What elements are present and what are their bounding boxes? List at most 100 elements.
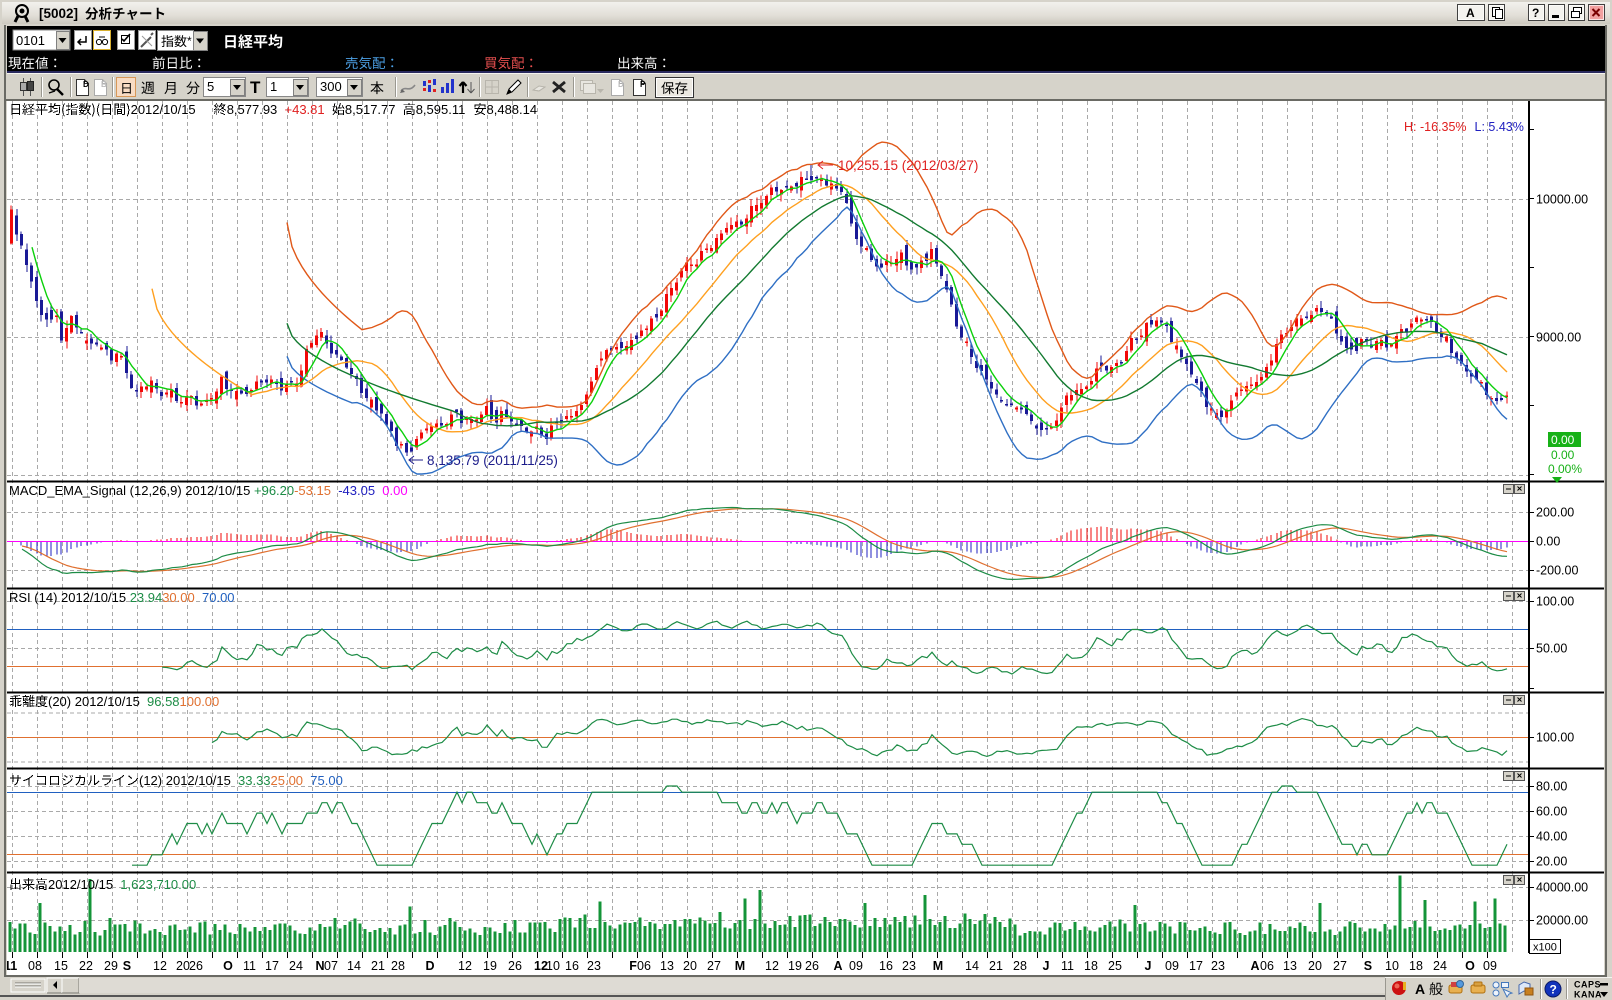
svg-text:19: 19 xyxy=(483,959,497,973)
svg-text:12: 12 xyxy=(153,959,167,973)
svg-text:20: 20 xyxy=(176,959,190,973)
svg-text:24: 24 xyxy=(1433,959,1447,973)
svg-text:M: M xyxy=(735,959,745,973)
svg-text:25.00: 25.00 xyxy=(271,773,304,788)
svg-text:06: 06 xyxy=(1260,959,1274,973)
svg-text:20000.00: 20000.00 xyxy=(1536,914,1588,928)
svg-text:28: 28 xyxy=(391,959,405,973)
svg-text:8,577.93: 8,577.93 xyxy=(227,102,278,117)
svg-text:17: 17 xyxy=(1189,959,1203,973)
svg-text:27: 27 xyxy=(1333,959,1347,973)
svg-text:M: M xyxy=(933,959,943,973)
svg-text:10: 10 xyxy=(546,959,560,973)
svg-text:D: D xyxy=(426,959,435,973)
svg-text:A: A xyxy=(1251,959,1260,973)
svg-text:20: 20 xyxy=(683,959,697,973)
svg-text:[5002]: [5002] xyxy=(39,6,78,21)
svg-text:11: 11 xyxy=(1061,959,1074,973)
svg-text:11: 11 xyxy=(243,959,256,973)
svg-text:16: 16 xyxy=(565,959,579,973)
svg-text:26: 26 xyxy=(805,959,819,973)
svg-text:21: 21 xyxy=(989,959,1003,973)
svg-text:96.58: 96.58 xyxy=(147,694,180,709)
svg-text:100.00: 100.00 xyxy=(1536,595,1574,609)
svg-text:23: 23 xyxy=(587,959,601,973)
svg-text:80.00: 80.00 xyxy=(1536,780,1567,794)
svg-text:06: 06 xyxy=(637,959,651,973)
svg-text:28: 28 xyxy=(1013,959,1027,973)
svg-text:?: ? xyxy=(1550,983,1557,997)
svg-text:O: O xyxy=(223,959,233,973)
svg-text:A: A xyxy=(1415,981,1425,997)
svg-text:60.00: 60.00 xyxy=(1536,805,1567,819)
svg-text:8,517.77: 8,517.77 xyxy=(345,102,396,117)
svg-text:12: 12 xyxy=(458,959,472,973)
svg-text:18: 18 xyxy=(1409,959,1423,973)
svg-text:50.00: 50.00 xyxy=(1536,642,1567,656)
svg-text:S: S xyxy=(1364,959,1372,973)
svg-text:-43.05: -43.05 xyxy=(338,483,375,498)
svg-text:0.00: 0.00 xyxy=(1536,535,1560,549)
svg-text:J: J xyxy=(1145,959,1152,973)
svg-text:12: 12 xyxy=(765,959,779,973)
svg-text:200.00: 200.00 xyxy=(1536,506,1574,520)
svg-text:08: 08 xyxy=(28,959,42,973)
svg-text:(12) 2012/10/15: (12) 2012/10/15 xyxy=(139,773,231,788)
svg-text:x100: x100 xyxy=(1533,942,1557,954)
svg-text:0.00: 0.00 xyxy=(1551,433,1575,447)
svg-text:18: 18 xyxy=(1084,959,1098,973)
svg-text:B: B xyxy=(101,80,107,89)
svg-text:H: -16.35%: H: -16.35% xyxy=(1404,120,1467,134)
svg-text:5: 5 xyxy=(207,79,214,94)
svg-text:70.00: 70.00 xyxy=(202,590,235,605)
svg-text:23.94: 23.94 xyxy=(130,590,163,605)
svg-text:75.00: 75.00 xyxy=(310,773,343,788)
svg-text:23: 23 xyxy=(1211,959,1225,973)
svg-text:KANA: KANA xyxy=(1574,990,1602,1000)
svg-text:?: ? xyxy=(1532,6,1539,20)
svg-text:13: 13 xyxy=(1283,959,1297,973)
svg-text:19: 19 xyxy=(788,959,802,973)
svg-text:+43.81: +43.81 xyxy=(285,102,325,117)
svg-text:100.00: 100.00 xyxy=(180,694,220,709)
svg-text:26: 26 xyxy=(508,959,522,973)
svg-text:2012/10/15: 2012/10/15 xyxy=(131,102,196,117)
svg-text:8,488.14: 8,488.14 xyxy=(487,102,538,117)
svg-text:0101: 0101 xyxy=(16,33,45,48)
svg-text:2012/10/15: 2012/10/15 xyxy=(48,877,113,892)
svg-text:P: P xyxy=(640,80,646,89)
svg-text:F: F xyxy=(629,959,637,973)
svg-text:27: 27 xyxy=(707,959,721,973)
svg-text:MACD_EMA_Signal (12,26,9) 2012: MACD_EMA_Signal (12,26,9) 2012/10/15 xyxy=(9,483,250,498)
svg-text:25: 25 xyxy=(1108,959,1122,973)
svg-text:30.00: 30.00 xyxy=(162,590,195,605)
svg-text:13: 13 xyxy=(660,959,674,973)
svg-text:10: 10 xyxy=(1385,959,1399,973)
svg-text:100.00: 100.00 xyxy=(1536,731,1574,745)
svg-text:CAPS: CAPS xyxy=(1574,980,1601,990)
svg-text:D: D xyxy=(618,80,624,89)
svg-text:20: 20 xyxy=(1308,959,1322,973)
svg-text:21: 21 xyxy=(371,959,385,973)
svg-text:+96.20: +96.20 xyxy=(254,483,294,498)
svg-text:40.00: 40.00 xyxy=(1536,830,1567,844)
svg-text:8,595.11: 8,595.11 xyxy=(416,102,466,117)
svg-text:T: T xyxy=(250,78,261,97)
svg-text:0.00: 0.00 xyxy=(382,483,407,498)
svg-text:23: 23 xyxy=(902,959,916,973)
svg-text:D: D xyxy=(83,80,89,89)
svg-text:L: 5.43%: L: 5.43% xyxy=(1475,120,1524,134)
svg-text:16: 16 xyxy=(879,959,893,973)
svg-text:0.00%: 0.00% xyxy=(1548,462,1582,476)
svg-text:-200.00: -200.00 xyxy=(1536,564,1578,578)
svg-text:8,135.79 (2011/11/25): 8,135.79 (2011/11/25) xyxy=(427,453,558,468)
svg-text:RSI (14) 2012/10/15: RSI (14) 2012/10/15 xyxy=(9,590,126,605)
svg-text:O: O xyxy=(1465,959,1475,973)
svg-text:10000.00: 10000.00 xyxy=(1536,192,1588,206)
svg-text:*: * xyxy=(187,34,192,48)
svg-text:A: A xyxy=(834,959,843,973)
svg-text:1,623,710.00: 1,623,710.00 xyxy=(120,877,196,892)
svg-text:20.00: 20.00 xyxy=(1536,855,1567,869)
svg-text:10,255.15 (2012/03/27): 10,255.15 (2012/03/27) xyxy=(838,158,978,173)
svg-text:09: 09 xyxy=(849,959,863,973)
